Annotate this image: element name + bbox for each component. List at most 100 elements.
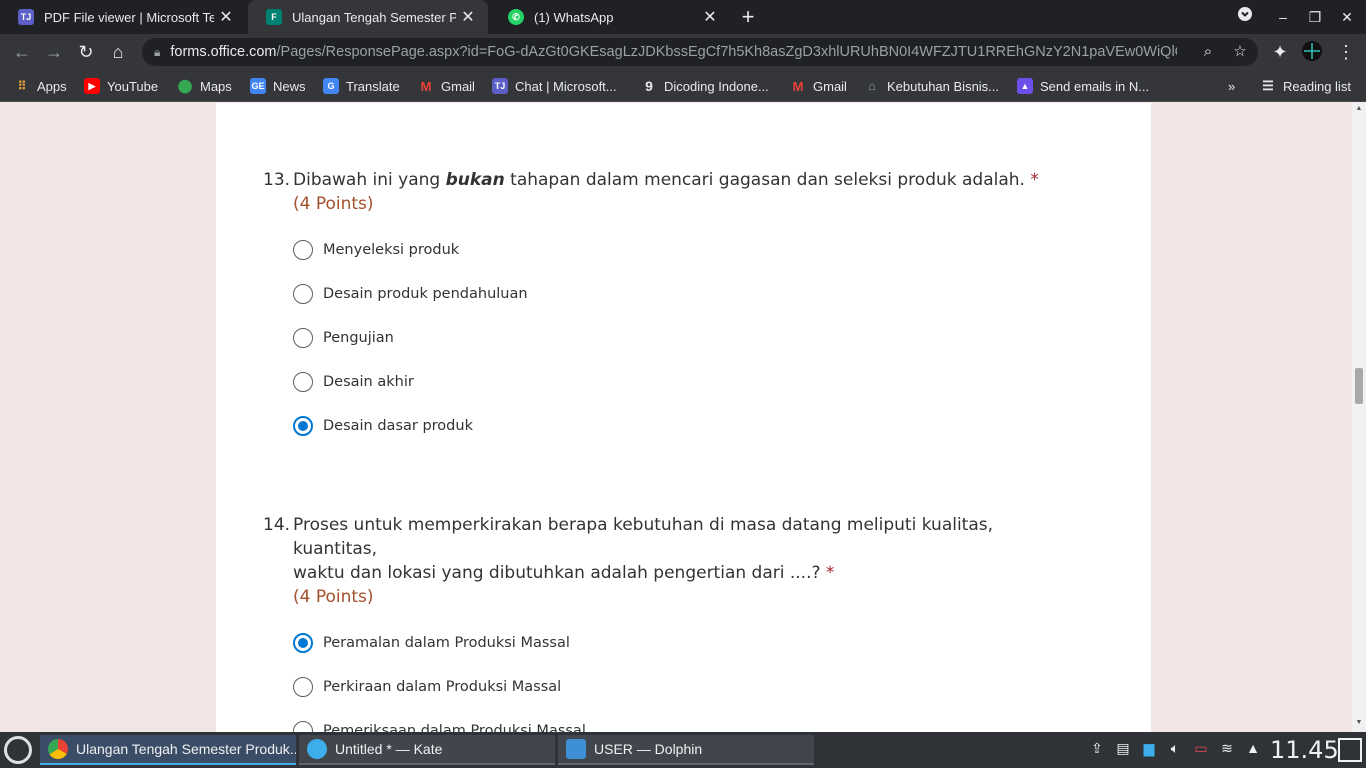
option-group: Peramalan dalam Produksi Massal Perkiraa… (293, 621, 1063, 732)
tab-search-icon[interactable] (1234, 6, 1256, 28)
restore-icon[interactable]: ❐ (1304, 6, 1326, 28)
tab-teams[interactable]: TJ PDF File viewer | Microsoft Teams ✕ (0, 0, 246, 34)
radio-button[interactable] (293, 328, 313, 348)
task-label: Ulangan Tengah Semester Produk... (76, 741, 296, 757)
option-menyeleksi-produk[interactable]: Menyeleksi produk (293, 228, 1063, 272)
close-window-icon[interactable]: ✕ (1336, 6, 1358, 28)
browser-toolbar: ← → ↻ ⌂ 🔒︎ forms.office.com /Pages/Respo… (0, 34, 1366, 70)
notifications-icon[interactable]: ▆ (1140, 740, 1158, 760)
whatsapp-icon: ✆ (508, 9, 524, 25)
task-dolphin[interactable]: USER — Dolphin (558, 735, 814, 765)
bookmark-label: Kebutuhan Bisnis... (887, 78, 1000, 94)
page-scrollbar[interactable]: ▲ ▼ (1352, 103, 1366, 732)
clipboard-icon[interactable]: ▤ (1114, 740, 1132, 760)
tab-forms[interactable]: F Ulangan Tengah Semester Produk Kreatif… (248, 0, 488, 34)
radio-button[interactable] (293, 240, 313, 260)
wifi-icon[interactable]: ≋ (1218, 740, 1236, 760)
forms-icon: F (266, 9, 282, 25)
bookmark-label: Gmail (441, 78, 475, 94)
battery-icon[interactable]: ▭ (1192, 740, 1210, 760)
send-icon: ▲ (1017, 78, 1033, 94)
bookmark-label: YouTube (107, 78, 159, 94)
bookmark-dicoding[interactable]: 9 Dicoding Indone... (641, 76, 769, 96)
required-marker: * (825, 563, 835, 583)
youtube-icon: ▶ (84, 78, 100, 94)
close-icon[interactable]: ✕ (214, 7, 238, 27)
forward-icon[interactable]: → (42, 40, 66, 64)
question-14: 14. Proses untuk memperkirakan berapa ke… (263, 513, 1063, 732)
bookmark-gmail-2[interactable]: M Gmail (790, 76, 847, 96)
option-peramalan[interactable]: Peramalan dalam Produksi Massal (293, 621, 1063, 665)
bookmark-label: Translate (346, 78, 400, 94)
radio-button[interactable] (293, 721, 313, 732)
option-label: Menyeleksi produk (323, 242, 460, 258)
menu-icon[interactable]: ⋮ (1334, 40, 1358, 64)
bookmark-gmail[interactable]: M Gmail (418, 76, 475, 96)
option-pemeriksaan[interactable]: Pemeriksaan dalam Produksi Massal (293, 709, 1063, 732)
reading-list-button[interactable]: ☰ Reading list (1260, 76, 1351, 96)
reading-list-icon: ☰ (1262, 78, 1274, 93)
scroll-down-icon[interactable]: ▼ (1354, 719, 1364, 729)
bookmarks-overflow-button[interactable]: » (1228, 76, 1235, 96)
tray-expand-icon[interactable]: ▲ (1244, 740, 1262, 760)
radio-button[interactable] (293, 284, 313, 304)
form-card: 13. Dibawah ini yang bukan tahapan dalam… (216, 103, 1151, 732)
radio-button-selected[interactable] (293, 633, 313, 653)
show-desktop-button[interactable] (1338, 738, 1362, 762)
question-points: (4 Points) (293, 587, 374, 607)
required-marker: * (1030, 170, 1039, 190)
reload-icon[interactable]: ↻ (74, 40, 98, 64)
bookmark-kebutuhan-bisnis[interactable]: ⌂ Kebutuhan Bisnis... (864, 76, 999, 96)
option-label: Perkiraan dalam Produksi Massal (323, 679, 562, 695)
scroll-thumb[interactable] (1355, 368, 1363, 404)
profile-avatar[interactable] (1300, 40, 1324, 64)
taskbar: Ulangan Tengah Semester Produk... Untitl… (0, 732, 1366, 768)
close-icon[interactable]: ✕ (698, 7, 722, 27)
home-icon[interactable]: ⌂ (106, 40, 130, 64)
question-emphasis: bukan (445, 170, 505, 190)
question-number: 13. (263, 170, 291, 190)
bookmark-apps[interactable]: ⠿ Apps (14, 76, 67, 96)
tab-whatsapp[interactable]: ✆ (1) WhatsApp ✕ (490, 0, 730, 34)
dolphin-icon (566, 739, 586, 759)
page-viewport: 13. Dibawah ini yang bukan tahapan dalam… (0, 103, 1352, 732)
option-desain-dasar-produk[interactable]: Desain dasar produk (293, 404, 1063, 448)
task-label: Untitled * — Kate (335, 741, 443, 757)
tab-title: Ulangan Tengah Semester Produk Kreatif (292, 9, 456, 25)
task-kate[interactable]: Untitled * — Kate (299, 735, 555, 765)
radio-button[interactable] (293, 677, 313, 697)
option-desain-produk-pendahuluan[interactable]: Desain produk pendahuluan (293, 272, 1063, 316)
zoom-icon[interactable]: ⌕ (1198, 42, 1218, 62)
app-launcher-icon[interactable] (4, 736, 32, 764)
option-perkiraan[interactable]: Perkiraan dalam Produksi Massal (293, 665, 1063, 709)
radio-button[interactable] (293, 372, 313, 392)
gmail-icon: M (420, 78, 432, 94)
address-bar[interactable]: 🔒︎ forms.office.com /Pages/ResponsePage.… (142, 38, 1258, 66)
bookmark-translate[interactable]: G Translate (323, 76, 400, 96)
option-label: Desain dasar produk (323, 418, 473, 434)
new-tab-button[interactable]: + (736, 4, 760, 30)
chrome-icon (48, 739, 68, 759)
bookmark-news[interactable]: GE News (250, 76, 306, 96)
bookmark-youtube[interactable]: ▶ YouTube (84, 76, 158, 96)
bookmark-maps[interactable]: ⬤ Maps (177, 76, 232, 96)
minimize-icon[interactable]: – (1272, 6, 1294, 28)
option-label: Pengujian (323, 330, 394, 346)
bookmark-send-emails[interactable]: ▲ Send emails in N... (1017, 76, 1149, 96)
back-icon[interactable]: ← (10, 40, 34, 64)
close-icon[interactable]: ✕ (456, 7, 480, 27)
task-chrome[interactable]: Ulangan Tengah Semester Produk... (40, 735, 296, 765)
radio-button-selected[interactable] (293, 416, 313, 436)
option-pengujian[interactable]: Pengujian (293, 316, 1063, 360)
option-label: Pemeriksaan dalam Produksi Massal (323, 723, 586, 732)
extensions-icon[interactable]: ✦ (1268, 40, 1292, 64)
bookmark-chat-teams[interactable]: TJ Chat | Microsoft... (492, 76, 617, 96)
bookmark-star-icon[interactable]: ☆ (1230, 42, 1250, 62)
clock[interactable]: 11.45 (1270, 735, 1339, 765)
option-group: Menyeleksi produk Desain produk pendahul… (293, 228, 1063, 448)
updates-icon[interactable]: ⇪ (1088, 740, 1106, 760)
option-desain-akhir[interactable]: Desain akhir (293, 360, 1063, 404)
volume-icon[interactable]: 🔈︎ (1166, 740, 1184, 760)
apps-grid-icon: ⠿ (17, 79, 27, 93)
scroll-up-icon[interactable]: ▲ (1354, 105, 1364, 115)
